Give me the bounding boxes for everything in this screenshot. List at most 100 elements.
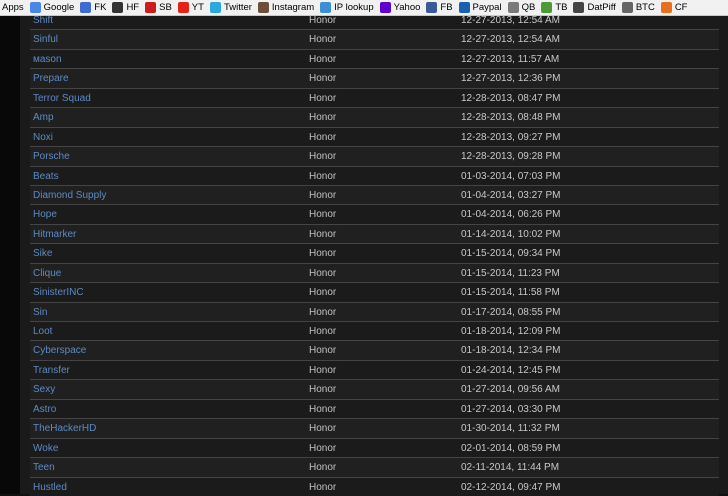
member-name-link[interactable]: Hitmarker	[33, 229, 76, 240]
member-name-link[interactable]: SinisterINC	[33, 287, 84, 298]
member-name-link[interactable]: ᴍason	[33, 54, 62, 65]
date-cell: 01-18-2014, 12:09 PM	[461, 326, 561, 337]
member-name-link[interactable]: Teen	[33, 462, 55, 473]
rank-cell: Honor	[309, 112, 337, 124]
date-cell: 01-17-2014, 08:55 PM	[461, 306, 561, 318]
table-row: Sin Honor 01-17-2014, 08:55 PM	[30, 301, 719, 321]
member-name-link[interactable]: Terror Squad	[33, 93, 91, 104]
table-row: Teen Honor 02-11-2014, 11:44 PM	[30, 457, 719, 477]
bookmark-ip-lookup[interactable]: IP lookup	[320, 2, 374, 13]
honor-log-table: Shift Honor 12-27-2013, 12:54 AM Sinful Hono…	[30, 10, 719, 496]
ip-lookup-icon	[320, 2, 332, 13]
bookmark-qb[interactable]: QB	[507, 2, 536, 13]
table-row: Sexy Honor 01-27-2014, 09:56 AM	[30, 379, 719, 399]
sb-icon	[145, 2, 157, 13]
date-cell: 12-28-2013, 09:27 PM	[461, 131, 561, 143]
bookmark-cf[interactable]: CF	[660, 2, 688, 13]
rank-cell: Honor	[309, 228, 337, 240]
member-name-link[interactable]: Woke	[33, 443, 58, 454]
table-row: Transfer Honor 01-24-2014, 12:45 PM	[30, 359, 719, 380]
date-cell: 12-28-2013, 08:47 PM	[461, 92, 561, 104]
date-cell: 12-27-2013, 12:54 AM	[461, 15, 560, 26]
bookmark-label: YT	[191, 2, 204, 13]
date-cell: 01-04-2014, 03:27 PM	[461, 189, 561, 201]
table-row: Woke Honor 02-01-2014, 08:59 PM	[30, 437, 719, 458]
date-cell: 01-03-2014, 07:03 PM	[461, 170, 561, 182]
bookmark-sb[interactable]: SB	[145, 2, 172, 13]
bookmark-datpiff[interactable]: DatPiff	[573, 2, 616, 13]
member-name-link[interactable]: Beats	[33, 171, 59, 182]
date-cell: 01-15-2014, 11:23 PM	[461, 267, 560, 279]
left-gutter	[20, 16, 30, 494]
rank-cell: Honor	[309, 462, 337, 474]
bookmark-tb[interactable]: TB	[541, 2, 567, 13]
member-name-link[interactable]: Sexy	[33, 384, 55, 395]
bookmark-instagram[interactable]: Instagram	[257, 2, 315, 13]
date-cell: 01-27-2014, 09:56 AM	[461, 384, 560, 396]
bookmark-label: Instagram	[271, 2, 315, 13]
table-row: Terror Squad Honor 12-28-2013, 08:47 PM	[30, 87, 719, 108]
bookmark-twitter[interactable]: Twitter	[209, 2, 252, 13]
member-name-link[interactable]: Sin	[33, 307, 47, 318]
rank-cell: Honor	[309, 423, 337, 435]
yahoo-icon	[379, 2, 391, 13]
rank-cell: Honor	[309, 384, 337, 396]
member-name-link[interactable]: Shift	[33, 15, 53, 26]
bookmark-hf[interactable]: HF	[112, 2, 139, 13]
bookmark-btc[interactable]: BTC	[621, 2, 655, 13]
bookmark-apps[interactable]: Apps	[2, 2, 24, 13]
bookmark-fk[interactable]: FK	[80, 2, 106, 13]
member-name-link[interactable]: Hustled	[33, 482, 67, 493]
member-name-link[interactable]: Cyberspace	[33, 345, 86, 356]
table-row: Hustled Honor 02-12-2014, 09:47 PM	[30, 476, 719, 496]
member-name-link[interactable]: Clique	[33, 268, 61, 279]
rank-cell: Honor	[309, 15, 337, 26]
member-name-link[interactable]: Porsche	[33, 151, 70, 162]
member-name-link[interactable]: TheHackerHD	[33, 423, 96, 434]
bookmark-yahoo[interactable]: Yahoo	[379, 2, 420, 13]
twitter-icon	[209, 2, 221, 13]
rank-cell: Honor	[309, 364, 337, 376]
table-row: Cyberspace Honor 01-18-2014, 12:34 PM	[30, 340, 719, 360]
bookmark-label: QB	[521, 2, 536, 13]
date-cell: 01-27-2014, 03:30 PM	[461, 403, 561, 415]
table-row: Clique Honor 01-15-2014, 11:23 PM	[30, 262, 719, 283]
rank-cell: Honor	[309, 189, 337, 201]
table-row: Beats Honor 01-03-2014, 07:03 PM	[30, 165, 719, 185]
member-name-link[interactable]: Noxi	[33, 132, 53, 143]
member-name-link[interactable]: Loot	[33, 326, 52, 337]
date-cell: 12-27-2013, 11:57 AM	[461, 53, 560, 65]
hf-icon	[112, 2, 124, 13]
bookmark-label: DatPiff	[587, 2, 616, 13]
table-row: Hope Honor 01-04-2014, 06:26 PM	[30, 204, 719, 224]
member-name-link[interactable]: Hope	[33, 209, 57, 220]
member-name-link[interactable]: Amp	[33, 112, 54, 123]
member-name-link[interactable]: Transfer	[33, 365, 70, 376]
rank-cell: Honor	[309, 326, 337, 337]
bookmark-label: FB	[440, 2, 453, 13]
bookmark-yt[interactable]: YT	[177, 2, 204, 13]
rank-cell: Honor	[309, 209, 337, 221]
rank-cell: Honor	[309, 287, 337, 299]
bookmark-label: FK	[94, 2, 107, 13]
date-cell: 02-12-2014, 09:47 PM	[461, 481, 561, 493]
member-name-link[interactable]: Diamond Supply	[33, 190, 106, 201]
date-cell: 01-14-2014, 10:02 PM	[461, 228, 561, 240]
member-name-link[interactable]: Sike	[33, 248, 52, 259]
member-name-link[interactable]: Astro	[33, 404, 56, 415]
bookmark-fb[interactable]: FB	[426, 2, 453, 13]
bookmark-google[interactable]: Google	[29, 2, 74, 13]
member-name-link[interactable]: Prepare	[33, 73, 69, 84]
datpiff-icon	[573, 2, 585, 13]
cf-icon	[660, 2, 672, 13]
bookmark-label: Apps	[2, 2, 24, 13]
bookmark-label: CF	[674, 2, 688, 13]
member-name-link[interactable]: Sinful	[33, 34, 58, 45]
youtube-icon	[177, 2, 189, 13]
bookmark-paypal[interactable]: Paypal	[458, 2, 502, 13]
btc-icon	[621, 2, 633, 13]
table-row: Porsche Honor 12-28-2013, 09:28 PM	[30, 146, 719, 166]
date-cell: 12-27-2013, 12:36 PM	[461, 73, 561, 85]
table-row: Hitmarker Honor 01-14-2014, 10:02 PM	[30, 223, 719, 244]
paypal-icon	[458, 2, 470, 13]
